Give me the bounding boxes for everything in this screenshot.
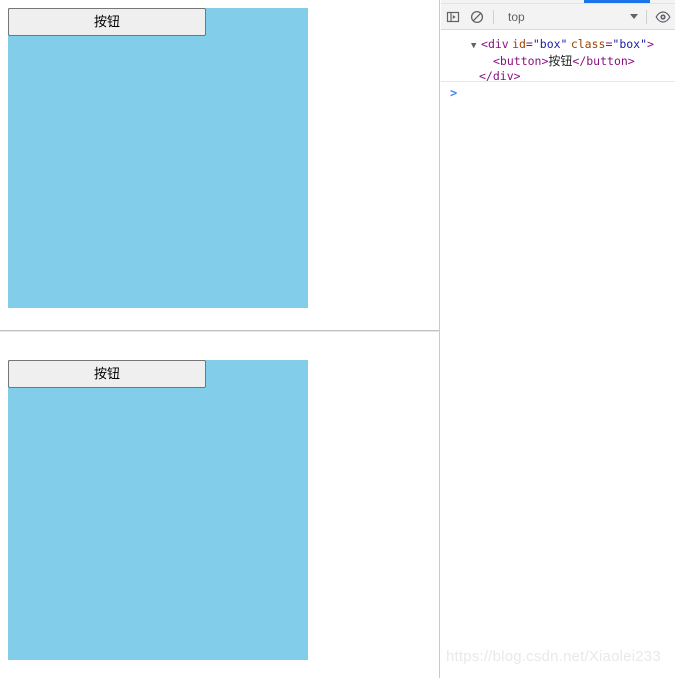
- chevron-down-icon: [630, 14, 638, 19]
- disclosure-triangle-icon[interactable]: ▼: [471, 39, 481, 54]
- demo-button-1[interactable]: 按钮: [8, 8, 206, 36]
- demo-button-2[interactable]: 按钮: [8, 360, 206, 388]
- dom-attr-id-name: id: [512, 37, 526, 51]
- console-prompt-chevron-icon: >: [450, 86, 458, 100]
- eye-icon[interactable]: [651, 5, 675, 29]
- dom-tag-name-div: div: [487, 37, 509, 51]
- dom-close-bracket: >: [647, 37, 654, 51]
- dom-attr-class-value: "box": [612, 37, 648, 51]
- dom-open-bracket: <: [481, 37, 488, 51]
- rule-spacer: [0, 332, 439, 352]
- box-container-1: 按钮: [8, 8, 308, 308]
- console-context-value: top: [508, 9, 525, 24]
- dom-button-close-tag: </button>: [572, 54, 635, 68]
- console-prompt-input[interactable]: [457, 84, 675, 102]
- console-dom-node-line-1[interactable]: ▼ <div id="box" class="box">: [441, 37, 675, 54]
- dom-button-text: 按钮: [548, 54, 573, 68]
- console-prompt-divider: [441, 81, 675, 82]
- console-context-selector[interactable]: top: [498, 7, 642, 27]
- sidebar-toggle-icon[interactable]: [441, 5, 465, 29]
- box-container-2: 按钮: [8, 360, 308, 660]
- dom-attr-id-eq: =: [525, 37, 533, 51]
- toolbar-separator-1: [493, 9, 494, 24]
- watermark-text: https://blog.csdn.net/Xiaolei233: [446, 648, 661, 665]
- clear-console-icon[interactable]: [465, 5, 489, 29]
- toolbar-separator-2: [646, 9, 647, 24]
- page-viewport: 按钮 按钮: [0, 0, 440, 678]
- console-prompt-row[interactable]: >: [441, 84, 675, 102]
- console-toolbar: top: [441, 4, 675, 30]
- devtools-panel: top ▼ <div id="box" class="box"> <button>…: [441, 0, 675, 678]
- dom-attr-id-value: "box": [532, 37, 568, 51]
- dom-attr-class-name: class: [570, 37, 606, 51]
- devtools-active-tab-indicator: [584, 0, 650, 3]
- console-dom-node-line-2[interactable]: <button>按钮</button>: [441, 54, 675, 69]
- console-message-list: ▼ <div id="box" class="box"> <button>按钮</…: [441, 31, 675, 84]
- screenshot-root: 按钮 按钮 top ▼ <div id="box" class="box"> <…: [0, 0, 675, 678]
- dom-button-open-tag: <button>: [493, 54, 549, 68]
